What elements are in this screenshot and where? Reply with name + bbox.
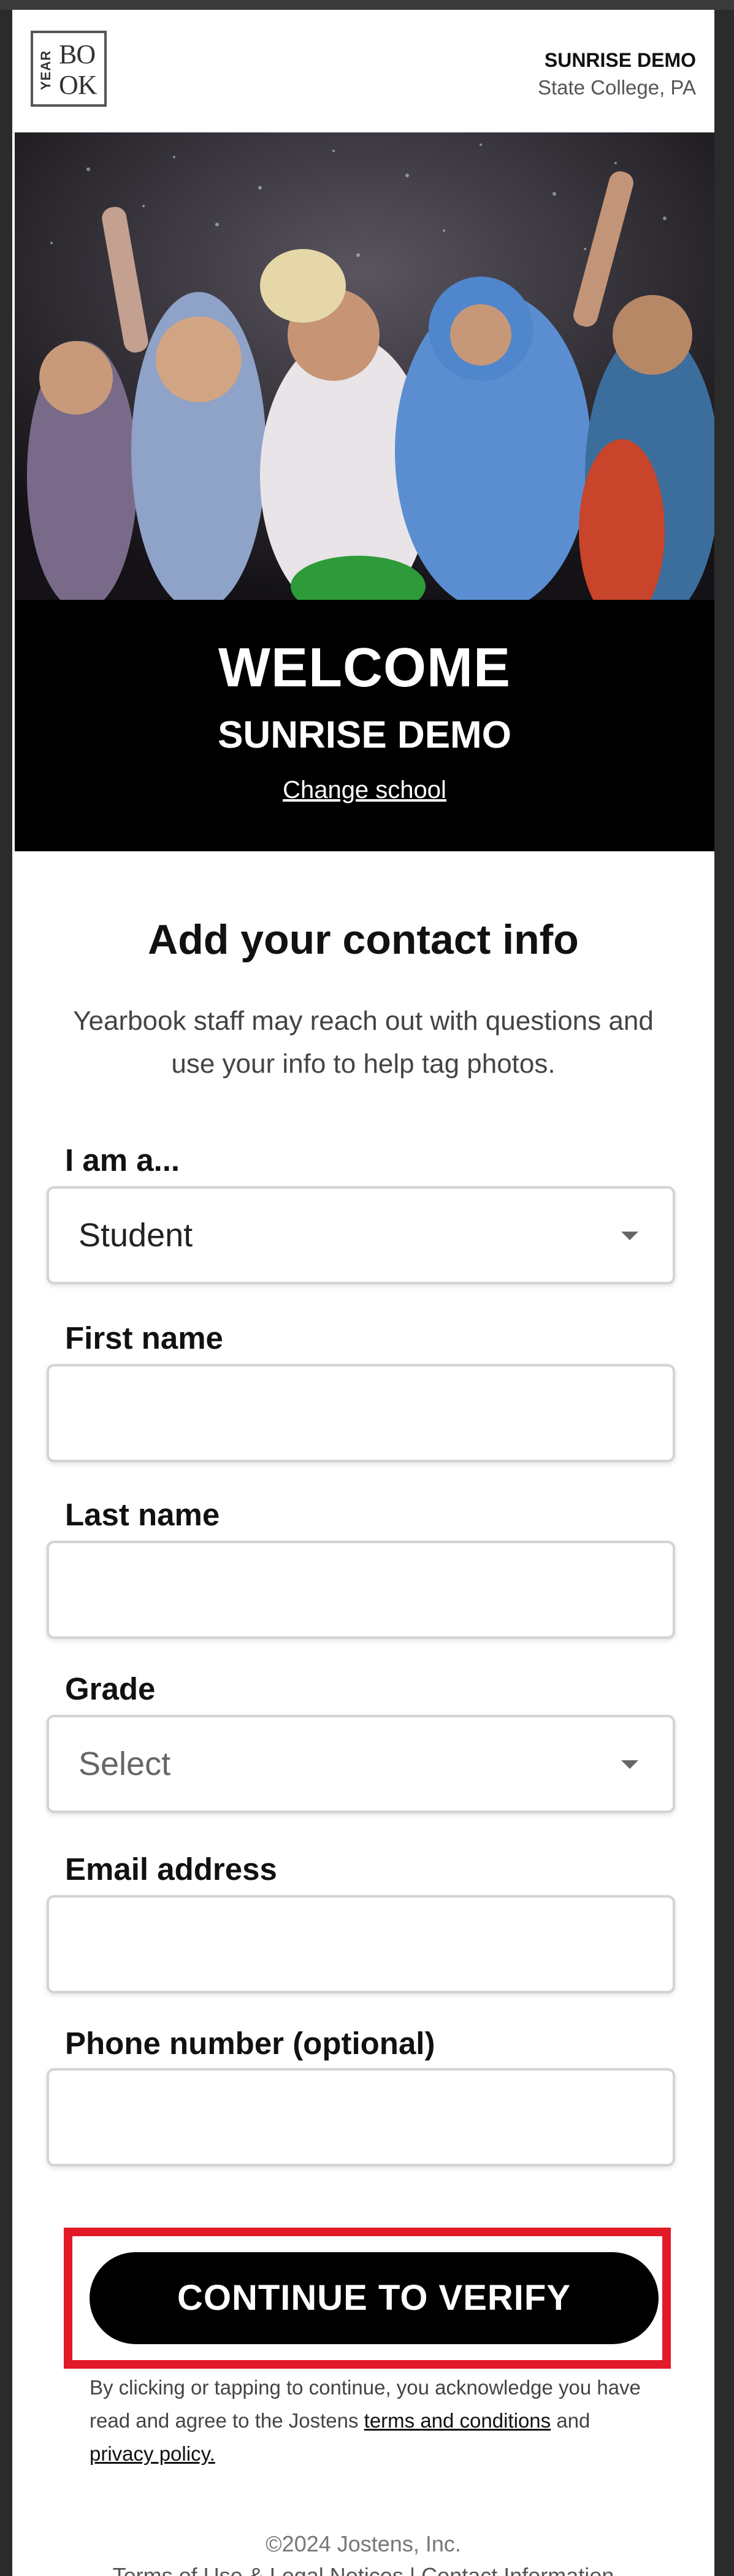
email-label: Email address	[65, 1852, 277, 1887]
page: YEAR BO OK SUNRISE DEMO State College, P…	[12, 10, 714, 2576]
logo-main-text: BO OK	[59, 39, 97, 100]
celebrating-students-photo	[15, 132, 714, 600]
banner-school-name: SUNRISE DEMO	[218, 714, 511, 756]
copyright: ©2024 Jostens, Inc.	[266, 2531, 461, 2556]
privacy-link[interactable]: privacy policy.	[90, 2442, 215, 2465]
last-name-label: Last name	[65, 1497, 220, 1532]
form-subtitle: Yearbook staff may reach out with questi…	[73, 1006, 654, 1079]
site-header: YEAR BO OK SUNRISE DEMO State College, P…	[12, 10, 714, 132]
chevron-down-icon	[621, 1232, 638, 1240]
grade-select[interactable]: Select	[47, 1715, 675, 1813]
header-school-location: State College, PA	[537, 76, 696, 99]
hero-photo	[15, 132, 714, 600]
yearbook-logo[interactable]: YEAR BO OK	[31, 31, 107, 107]
terms-link[interactable]: terms and conditions	[364, 2409, 551, 2432]
terms-disclaimer: By clicking or tapping to continue, you …	[90, 2371, 641, 2471]
role-label: I am a...	[65, 1143, 180, 1178]
form-title: Add your contact info	[148, 916, 579, 963]
last-name-field[interactable]	[47, 1541, 675, 1639]
email-input[interactable]	[78, 1898, 618, 1991]
continue-to-verify-button[interactable]: CONTINUE TO VERIFY	[90, 2252, 659, 2344]
chevron-down-icon	[621, 1760, 638, 1769]
last-name-input[interactable]	[78, 1543, 618, 1636]
role-select[interactable]: Student	[47, 1186, 675, 1284]
header-school-name: SUNRISE DEMO	[544, 49, 696, 71]
first-name-label: First name	[65, 1321, 223, 1355]
grade-select-value: Select	[78, 1746, 171, 1782]
first-name-field[interactable]	[47, 1364, 675, 1462]
phone-input[interactable]	[78, 2071, 618, 2164]
welcome-banner: WELCOME SUNRISE DEMO Change school	[15, 600, 714, 851]
first-name-input[interactable]	[78, 1367, 618, 1460]
change-school-link[interactable]: Change school	[15, 778, 714, 802]
browser-top-edge	[0, 0, 734, 10]
logo-side-text: YEAR	[38, 50, 53, 90]
grade-label: Grade	[65, 1671, 156, 1706]
role-select-value: Student	[78, 1217, 193, 1254]
phone-field[interactable]	[47, 2068, 675, 2166]
email-field[interactable]	[47, 1895, 675, 1993]
disclaimer-and: and	[551, 2409, 591, 2432]
footer-links[interactable]: Terms of Use & Legal Notices | Contact I…	[12, 2565, 714, 2576]
phone-label: Phone number (optional)	[65, 2026, 435, 2061]
welcome-heading: WELCOME	[218, 637, 511, 699]
